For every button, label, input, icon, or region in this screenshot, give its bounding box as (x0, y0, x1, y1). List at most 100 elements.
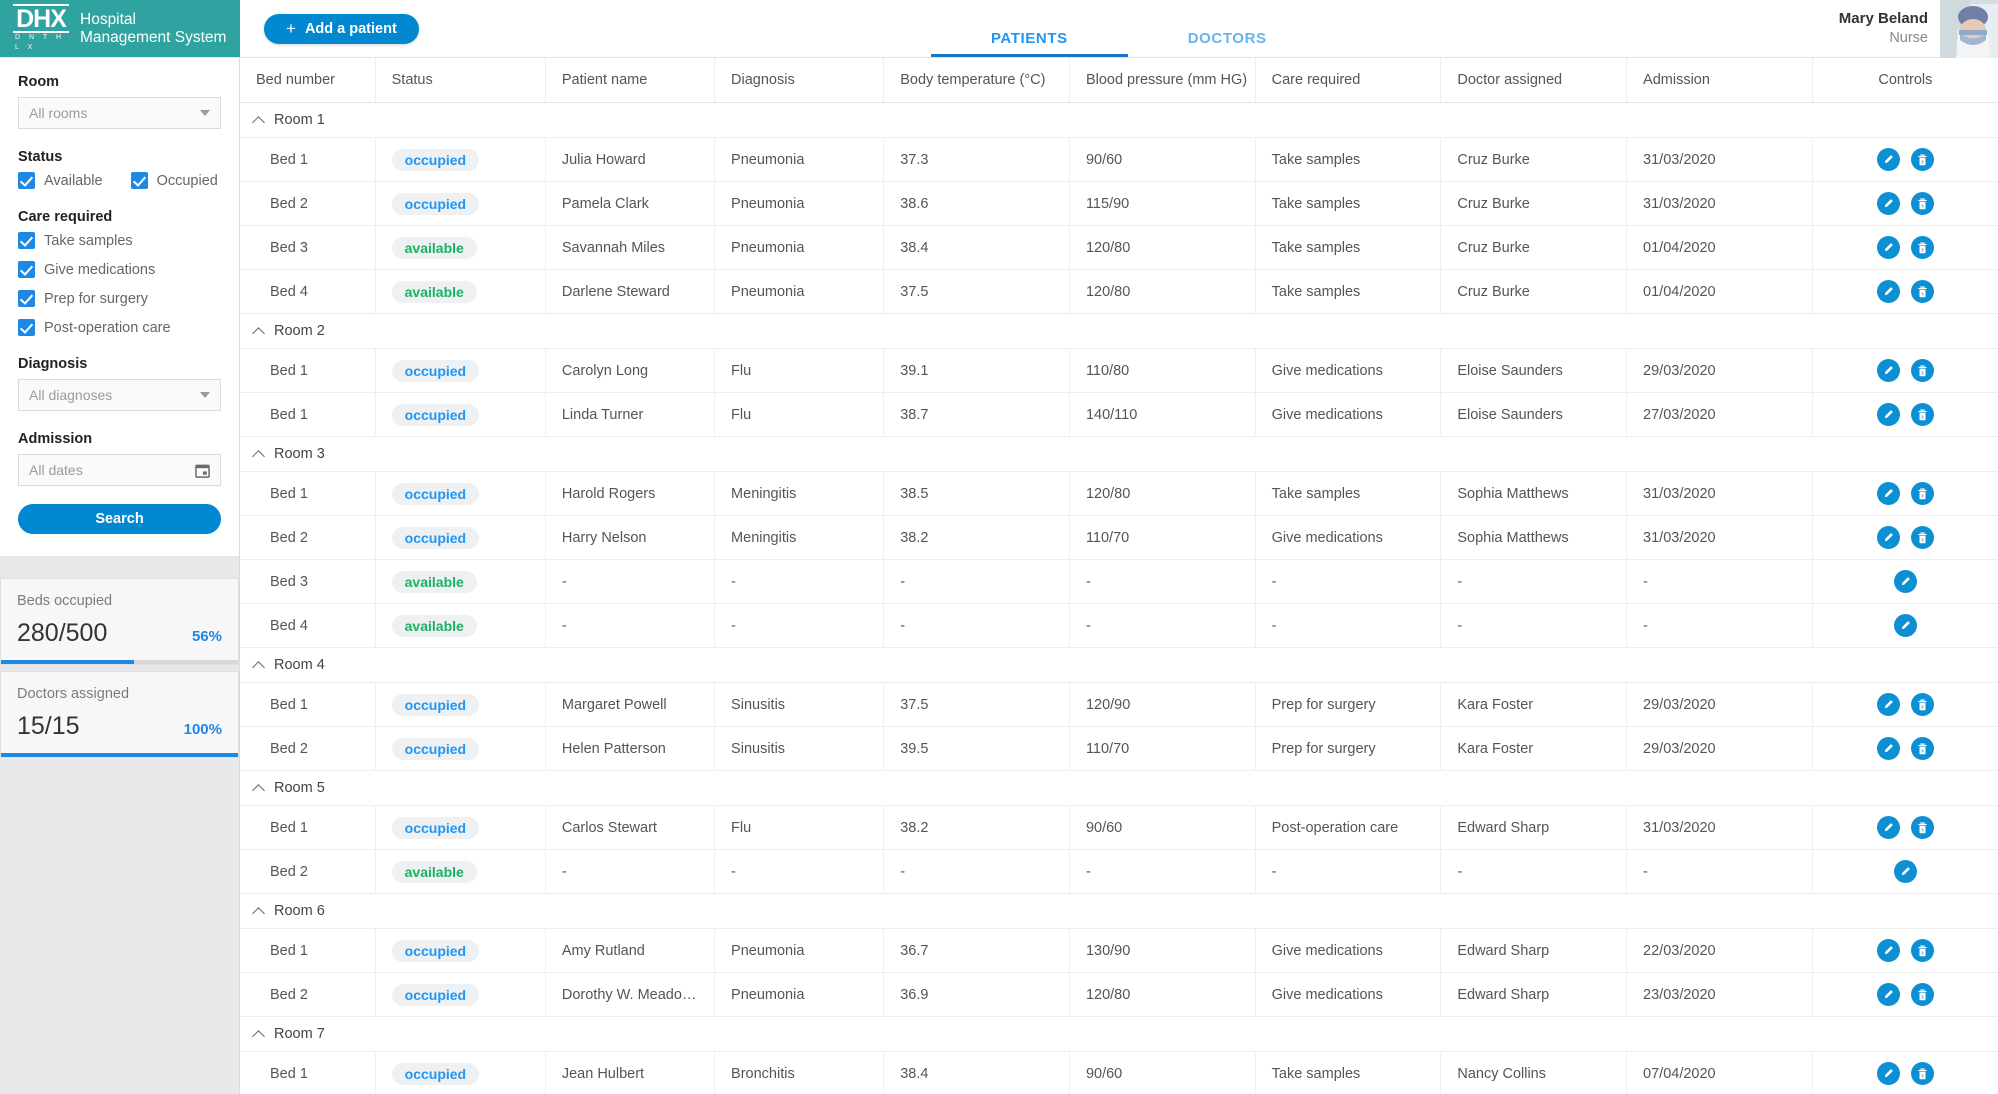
table-row[interactable]: Bed 1 occupied Jean Hulbert Bronchitis 38.4 9… (240, 1051, 1998, 1094)
group-toggle[interactable]: Room 6 (254, 903, 1988, 919)
group-header-row[interactable]: Room 3 (240, 436, 1998, 472)
edit-row-button[interactable] (1876, 526, 1900, 549)
care-checkbox-prep-for-surgery[interactable]: Prep for surgery (18, 290, 221, 307)
delete-row-button[interactable]: x (1910, 403, 1934, 426)
delete-row-button[interactable]: x (1910, 482, 1934, 505)
edit-row-button[interactable] (1876, 1062, 1900, 1085)
delete-row-button[interactable]: x (1910, 148, 1934, 171)
checkbox-icon[interactable] (130, 172, 148, 189)
edit-row-button[interactable] (1893, 860, 1917, 883)
edit-row-button[interactable] (1876, 403, 1900, 426)
edit-row-button[interactable] (1893, 570, 1917, 593)
group-header-cell[interactable]: Room 3 (240, 436, 1998, 472)
column-header-3[interactable]: Diagnosis (714, 58, 885, 103)
tab-patients[interactable]: PATIENTS (930, 30, 1128, 57)
edit-row-button[interactable] (1876, 148, 1900, 171)
column-header-2[interactable]: Patient name (545, 58, 716, 103)
column-header-8[interactable]: Admission (1626, 58, 1813, 103)
search-button[interactable]: Search (18, 504, 221, 534)
admission-date-input[interactable]: All dates (18, 454, 221, 486)
table-row[interactable]: Bed 1 occupied Linda Turner Flu 38.7 140/110 G… (240, 392, 1998, 437)
column-header-4[interactable]: Body temperature (°C) (883, 58, 1070, 103)
group-toggle[interactable]: Room 1 (254, 112, 1988, 128)
table-row[interactable]: Bed 1 occupied Carlos Stewart Flu 38.2 90/60 P… (240, 805, 1998, 850)
group-header-cell[interactable]: Room 7 (240, 1016, 1998, 1052)
delete-row-button[interactable]: x (1910, 192, 1934, 215)
edit-row-button[interactable] (1876, 939, 1900, 962)
edit-row-button[interactable] (1876, 192, 1900, 215)
table-row[interactable]: Bed 2 occupied Harry Nelson Meningitis 38.2 1… (240, 515, 1998, 560)
group-header-row[interactable]: Room 5 (240, 770, 1998, 806)
group-header-row[interactable]: Room 1 (240, 102, 1998, 138)
status-checkbox-occupied[interactable]: Occupied (130, 172, 218, 189)
table-row[interactable]: Bed 2 occupied Helen Patterson Sinusitis 39.… (240, 726, 1998, 771)
group-header-cell[interactable]: Room 1 (240, 102, 1998, 138)
delete-row-button[interactable]: x (1910, 236, 1934, 259)
table-row[interactable]: Bed 4 available - - - - - - - (240, 603, 1998, 648)
group-header-row[interactable]: Room 7 (240, 1016, 1998, 1052)
column-header-9[interactable]: Controls (1812, 58, 1998, 103)
table-row[interactable]: Bed 2 occupied Dorothy W. Meadows Pneumonia… (240, 972, 1998, 1017)
calendar-icon[interactable] (195, 463, 210, 478)
edit-row-button[interactable] (1876, 280, 1900, 303)
delete-row-button[interactable]: x (1910, 280, 1934, 303)
delete-row-button[interactable]: x (1910, 816, 1934, 839)
edit-row-button[interactable] (1876, 482, 1900, 505)
table-row[interactable]: Bed 1 occupied Harold Rogers Meningitis 38.5… (240, 471, 1998, 516)
table-row[interactable]: Bed 1 occupied Amy Rutland Pneumonia 36.7 130… (240, 928, 1998, 973)
table-row[interactable]: Bed 3 available - - - - - - - (240, 559, 1998, 604)
table-row[interactable]: Bed 1 occupied Julia Howard Pneumonia 37.3 90… (240, 137, 1998, 182)
edit-row-button[interactable] (1876, 816, 1900, 839)
group-toggle[interactable]: Room 3 (254, 446, 1988, 462)
group-header-row[interactable]: Room 4 (240, 647, 1998, 683)
room-select[interactable]: All rooms (18, 97, 221, 129)
table-row[interactable]: Bed 3 available Savannah Miles Pneumonia 38.… (240, 225, 1998, 270)
column-header-0[interactable]: Bed number (240, 58, 376, 103)
column-header-7[interactable]: Doctor assigned (1440, 58, 1628, 103)
table-row[interactable]: Bed 1 occupied Margaret Powell Sinusitis 37.… (240, 682, 1998, 727)
delete-row-button[interactable]: x (1910, 983, 1934, 1006)
column-header-5[interactable]: Blood pressure (mm HG) (1069, 58, 1256, 103)
care-checkbox-give-medications[interactable]: Give medications (18, 261, 221, 278)
checkbox-icon[interactable] (18, 319, 35, 336)
group-header-row[interactable]: Room 6 (240, 893, 1998, 929)
checkbox-icon[interactable] (18, 232, 35, 249)
group-toggle[interactable]: Room 5 (254, 780, 1988, 796)
table-row[interactable]: Bed 1 occupied Carolyn Long Flu 39.1 110/80 Gi… (240, 348, 1998, 393)
edit-row-button[interactable] (1876, 737, 1900, 760)
checkbox-icon[interactable] (18, 290, 35, 307)
group-header-row[interactable]: Room 2 (240, 313, 1998, 349)
status-checkbox-available[interactable]: Available (18, 172, 103, 189)
care-checkbox-post-operation-care[interactable]: Post-operation care (18, 319, 221, 336)
group-header-cell[interactable]: Room 6 (240, 893, 1998, 929)
group-header-cell[interactable]: Room 2 (240, 313, 1998, 349)
checkbox-icon[interactable] (18, 261, 35, 278)
group-header-cell[interactable]: Room 5 (240, 770, 1998, 806)
edit-row-button[interactable] (1893, 614, 1917, 637)
edit-row-button[interactable] (1876, 359, 1900, 382)
add-patient-button[interactable]: + Add a patient (264, 13, 419, 44)
delete-row-button[interactable]: x (1910, 939, 1934, 962)
column-header-1[interactable]: Status (375, 58, 546, 103)
edit-row-button[interactable] (1876, 693, 1900, 716)
delete-row-button[interactable]: x (1910, 359, 1934, 382)
group-toggle[interactable]: Room 4 (254, 657, 1988, 673)
care-checkbox-take-samples[interactable]: Take samples (18, 232, 221, 249)
tab-doctors[interactable]: DOCTORS (1128, 30, 1327, 57)
delete-row-button[interactable]: x (1910, 737, 1934, 760)
user-area[interactable]: Mary Beland Nurse (1839, 0, 1998, 58)
diagnosis-select[interactable]: All diagnoses (18, 379, 221, 411)
column-header-6[interactable]: Care required (1255, 58, 1442, 103)
table-row[interactable]: Bed 2 occupied Pamela Clark Pneumonia 38.6 11… (240, 181, 1998, 226)
edit-row-button[interactable] (1876, 983, 1900, 1006)
delete-row-button[interactable]: x (1910, 693, 1934, 716)
edit-row-button[interactable] (1876, 236, 1900, 259)
table-row[interactable]: Bed 4 available Darlene Steward Pneumonia 37… (240, 269, 1998, 314)
table-row[interactable]: Bed 2 available - - - - - - - (240, 849, 1998, 894)
delete-row-button[interactable]: x (1910, 1062, 1934, 1085)
group-toggle[interactable]: Room 2 (254, 323, 1988, 339)
group-toggle[interactable]: Room 7 (254, 1026, 1988, 1042)
group-header-cell[interactable]: Room 4 (240, 647, 1998, 683)
avatar[interactable] (1940, 0, 1998, 58)
checkbox-icon[interactable] (18, 172, 35, 189)
